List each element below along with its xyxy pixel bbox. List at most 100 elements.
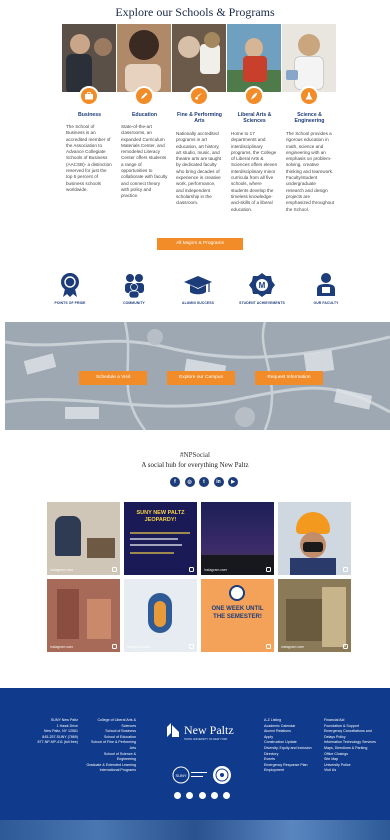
logo-subtitle: STATE UNIVERSITY OF NEW YORK xyxy=(184,738,228,741)
youtube-icon[interactable] xyxy=(223,792,230,799)
tile-caption: instagram user xyxy=(50,645,74,649)
linkedin-icon[interactable]: in xyxy=(213,477,224,487)
social-tile[interactable] xyxy=(278,502,351,575)
social-subtitle: A social hub for everything New Paltz xyxy=(141,461,249,469)
pencil-icon xyxy=(134,86,154,106)
footer-link[interactable]: School of Science & Engineering xyxy=(84,752,136,763)
feather-quill-icon xyxy=(244,86,264,106)
tile-text: SUNY NEW PALTZ JEOPARDY! xyxy=(136,510,185,523)
instagram-icon xyxy=(189,644,194,649)
instagram-icon[interactable] xyxy=(186,792,194,799)
social-tile[interactable]: instagram user xyxy=(47,502,120,575)
instagram-icon xyxy=(189,567,194,572)
social-tile[interactable]: instagram user xyxy=(278,579,351,652)
facebook-icon[interactable]: f xyxy=(170,477,180,487)
school-photo xyxy=(117,24,171,92)
school-name: Business xyxy=(77,112,102,118)
points-of-pride-link[interactable]: POINTS OF PRIDE xyxy=(40,272,100,305)
school-name: Liberal Arts & Sciences xyxy=(237,112,272,125)
school-photo xyxy=(227,24,281,92)
page: Explore our Schools & Programs Business … xyxy=(0,0,390,840)
school-desc: Nationally accredited programs in art ed… xyxy=(176,131,222,206)
svg-text:M: M xyxy=(259,281,266,290)
tile-caption: instagram user xyxy=(127,645,151,649)
school-name: Science & Engineering xyxy=(294,112,325,125)
youtube-icon[interactable]: ▶ xyxy=(228,477,238,487)
pride-label: ALUMNI SUCCESS xyxy=(182,301,214,305)
faculty-icon xyxy=(317,273,335,296)
explore-campus-button[interactable]: Explore our Campus xyxy=(167,371,235,385)
instagram-icon xyxy=(266,644,271,649)
school-desc: The School provides a rigorous education… xyxy=(286,131,335,212)
student-achievements-link[interactable]: M STUDENT ACHIEVEMENTS xyxy=(232,272,292,305)
twitter-icon[interactable] xyxy=(198,792,206,799)
footer-address: SUNY New Paltz 1 Hawk Drive New Paltz, N… xyxy=(30,718,78,746)
school-card-education[interactable]: Education State-of-the-art classrooms, a… xyxy=(117,24,172,244)
footer-link[interactable]: Emergency Cancellations and Delays Polic… xyxy=(324,729,380,740)
school-photo xyxy=(172,24,226,92)
school-name: Fine & Performing Arts xyxy=(177,112,222,125)
suny-seal-icon: SUNY xyxy=(172,766,231,784)
instagram-icon xyxy=(112,567,117,572)
pride-icons-row: POINTS OF PRIDE COMMUNITY ALUMNI SUCCESS… xyxy=(40,272,350,312)
community-link[interactable]: COMMUNITY xyxy=(104,272,164,305)
logo-title: New Paltz xyxy=(184,723,234,737)
footer-seals: SUNY xyxy=(172,764,234,786)
campus-map[interactable]: Schedule a Visit Explore our Campus Requ… xyxy=(5,322,390,430)
address-line[interactable]: 877-NP-NP-411 (toll free) xyxy=(30,740,78,746)
social-tile[interactable]: instagram user xyxy=(124,579,197,652)
graduation-cap-icon xyxy=(184,276,212,295)
pride-label: OUR FACULTY xyxy=(313,301,339,305)
all-majors-button[interactable]: All Majors & Programs xyxy=(157,238,243,250)
footer-link[interactable]: College of Liberal Arts & Sciences xyxy=(84,718,136,729)
community-icon xyxy=(125,274,144,298)
alumni-success-link[interactable]: ALUMNI SUCCESS xyxy=(168,272,228,305)
request-information-button[interactable]: Request Information xyxy=(255,371,323,385)
social-icons: f ◎ t in ▶ xyxy=(170,477,238,489)
footer-link[interactable]: International Programs xyxy=(84,768,136,774)
school-card-business[interactable]: Business The School of Business is an ac… xyxy=(62,24,117,244)
pride-label: POINTS OF PRIDE xyxy=(54,301,86,305)
footer-link[interactable]: Visit Us xyxy=(324,768,380,774)
schools-grid: Business The School of Business is an ac… xyxy=(62,24,338,244)
school-desc: State-of-the-art classrooms, an expanded… xyxy=(121,124,168,199)
achievement-badge-icon: M xyxy=(249,273,275,297)
school-photo xyxy=(62,24,116,92)
schedule-visit-button[interactable]: Schedule a Visit xyxy=(79,371,147,385)
school-card-science-engineering[interactable]: Science & Engineering The School provide… xyxy=(282,24,337,244)
tile-caption: instagram user xyxy=(50,568,74,572)
instagram-icon xyxy=(343,644,348,649)
instagram-icon xyxy=(112,644,117,649)
footer-link[interactable]: School of Fine & Performing Arts xyxy=(84,740,136,751)
linkedin-icon[interactable] xyxy=(210,792,218,799)
school-desc: The School of Business is an accredited … xyxy=(66,124,112,192)
ribbon-icon xyxy=(61,273,79,297)
social-tile[interactable]: instagram user xyxy=(47,579,120,652)
new-paltz-logo[interactable]: New Paltz STATE UNIVERSITY OF NEW YORK xyxy=(166,720,238,750)
paintbrush-icon xyxy=(189,86,209,106)
social-feed: instagram user SUNY NEW PALTZ JEOPARDY! … xyxy=(47,502,353,652)
tile-caption: instagram user xyxy=(204,568,228,572)
instagram-icon xyxy=(343,567,348,572)
our-faculty-link[interactable]: OUR FACULTY xyxy=(296,272,356,305)
footer-link[interactable]: Employment xyxy=(264,768,324,774)
section-title: Explore our Schools & Programs xyxy=(115,5,275,19)
twitter-icon[interactable]: t xyxy=(199,477,209,487)
footer-social-icons xyxy=(174,792,230,800)
social-tile[interactable]: ONE WEEK UNTIL THE SEMESTER! xyxy=(201,579,274,652)
tile-text: ONE WEEK UNTIL THE SEMESTER! xyxy=(211,606,264,620)
logo-mark-icon xyxy=(167,723,179,737)
school-name: Education xyxy=(131,112,158,118)
pride-label: STUDENT ACHIEVEMENTS xyxy=(239,301,285,305)
tile-caption: instagram user xyxy=(281,645,305,649)
facebook-icon[interactable] xyxy=(174,792,181,799)
svg-text:SUNY: SUNY xyxy=(175,773,186,778)
footer-links-b: Financial Aid Foundation & Support Emerg… xyxy=(324,718,380,774)
school-photo xyxy=(282,24,336,92)
social-tile[interactable]: SUNY NEW PALTZ JEOPARDY! xyxy=(124,502,197,575)
school-card-fine-performing-arts[interactable]: Fine & Performing Arts Nationally accred… xyxy=(172,24,227,244)
footer-schools-links: College of Liberal Arts & Sciences Schoo… xyxy=(84,718,136,774)
social-tile[interactable]: instagram user xyxy=(201,502,274,575)
school-card-liberal-arts-sciences[interactable]: Liberal Arts & Sciences Home to 17 depar… xyxy=(227,24,282,244)
instagram-icon[interactable]: ◎ xyxy=(184,477,195,487)
